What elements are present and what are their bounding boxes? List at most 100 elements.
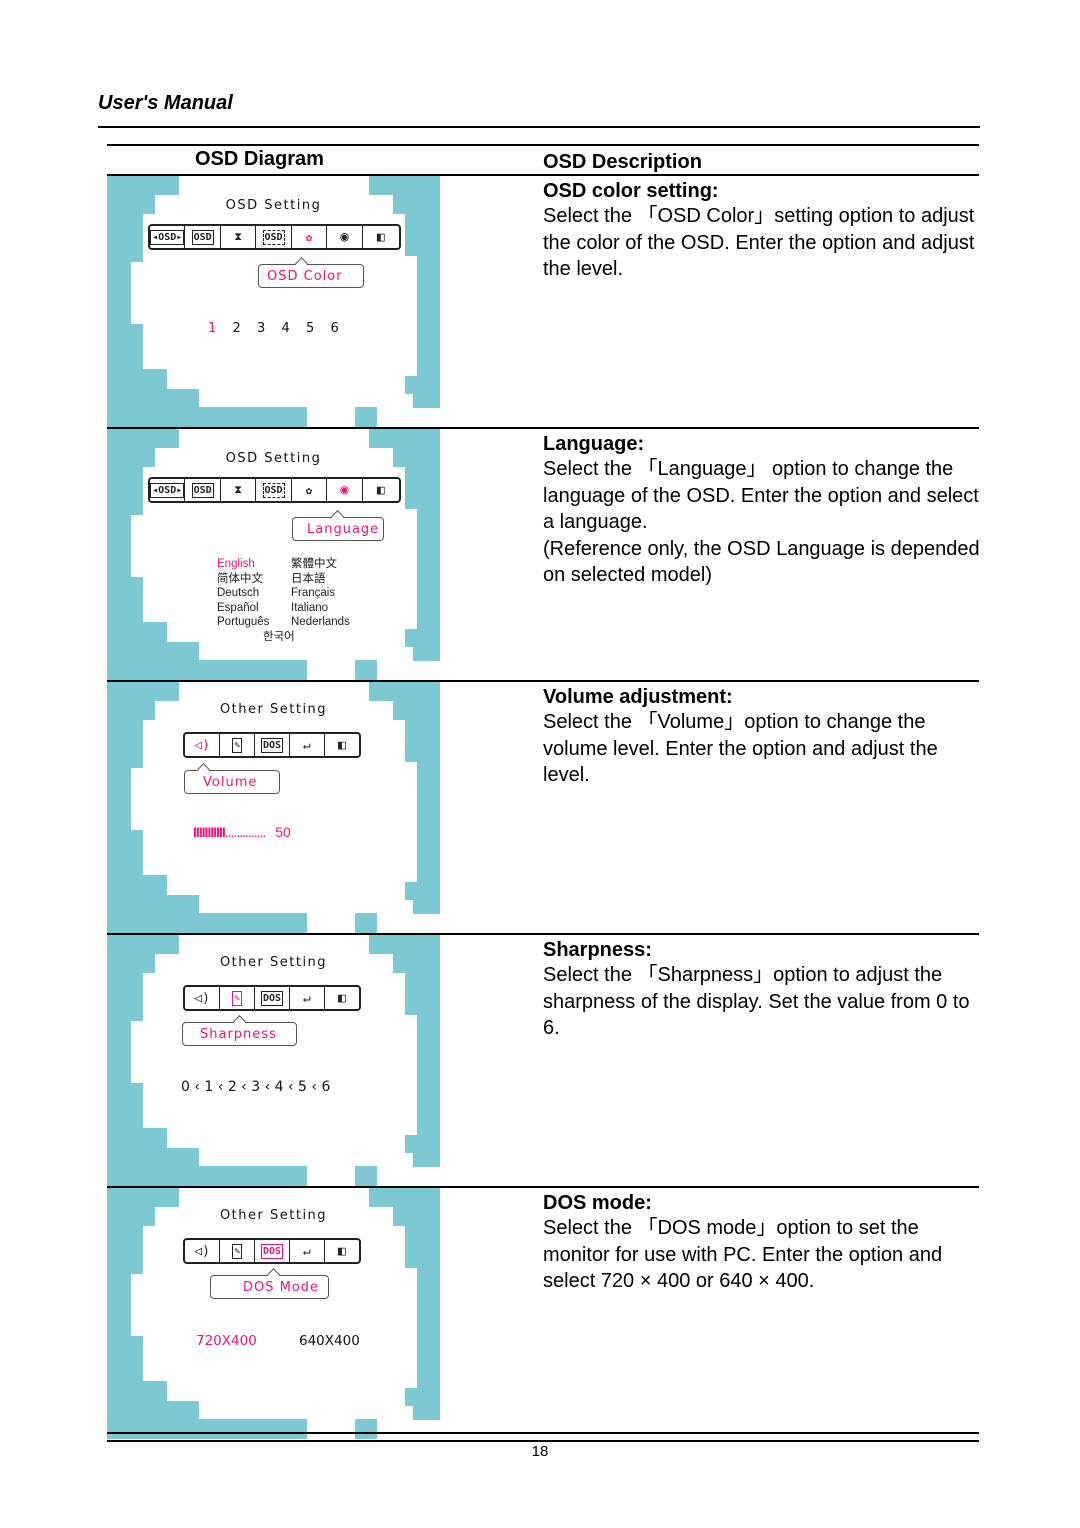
osd-toolbar: ◁) ✎ DOS ↵ ◧ xyxy=(183,985,361,1011)
speaker-volume-icon[interactable]: ◁) xyxy=(185,987,221,1009)
osd-vertical-position-icon[interactable]: OSD xyxy=(185,479,221,501)
return-icon[interactable]: ↵ xyxy=(290,987,325,1009)
sharpness-icon[interactable]: ✎ xyxy=(220,734,256,756)
osd-vertical-position-icon[interactable]: OSD xyxy=(185,226,221,248)
sharpness-icon[interactable]: ✎ xyxy=(220,1240,256,1262)
osd-menu-title: Other Setting xyxy=(219,702,328,717)
dos-mode-icon[interactable]: DOS xyxy=(255,734,290,756)
exit-icon[interactable]: ◧ xyxy=(325,987,359,1009)
osd-toolbar: ◁) ✎ DOS ↵ ◧ xyxy=(183,732,361,758)
exit-icon[interactable]: ◧ xyxy=(363,226,399,248)
description-cell: Language: Select the 「Language」 option t… xyxy=(543,432,983,589)
description-text: Select the 「Language」 option to change t… xyxy=(543,458,979,533)
header-rule xyxy=(98,126,980,128)
color-option-2[interactable]: 2 xyxy=(233,321,258,336)
return-icon[interactable]: ↵ xyxy=(290,734,325,756)
osd-menu-title: Other Setting xyxy=(219,955,328,970)
page-number: 18 xyxy=(531,1443,549,1460)
language-option[interactable]: Español xyxy=(217,601,259,616)
exit-icon[interactable]: ◧ xyxy=(325,734,359,756)
column-header-diagram: OSD Diagram xyxy=(195,148,324,170)
osd-diagram-panel: Other Setting ◁) ✎ DOS ↵ ◧ DOS Mode 720X… xyxy=(107,1188,440,1439)
color-option-5[interactable]: 5 xyxy=(306,321,331,336)
sharpness-scale[interactable]: 0 ‹ 1 ‹ 2 ‹ 3 ‹ 4 ‹ 5 ‹ 6 xyxy=(181,1079,330,1095)
description-heading: DOS mode: xyxy=(543,1192,652,1214)
volume-bar-empty: .............. xyxy=(224,824,266,840)
osd-diagram-panel: OSD Setting ◂OSD▸ OSD ⧗ OSD ✿ ◉ ◧ OSD Co… xyxy=(107,176,440,427)
sharpness-icon[interactable]: ✎ xyxy=(220,987,256,1009)
language-option[interactable]: Français xyxy=(291,586,335,601)
palette-icon[interactable]: ✿ xyxy=(292,479,328,501)
osd-toolbar: ◂OSD▸ OSD ⧗ OSD ✿ ◉ ◧ xyxy=(148,477,401,503)
language-list: English 繁體中文 简体中文 日本語 Deutsch Français E… xyxy=(217,557,417,657)
exit-icon[interactable]: ◧ xyxy=(325,1240,359,1262)
language-option[interactable]: Português xyxy=(217,615,269,630)
description-cell: Volume adjustment: Select the 「Volume」op… xyxy=(543,685,983,789)
dos-option-640x400[interactable]: 640X400 xyxy=(299,1333,379,1349)
table-row-osd-color: OSD Setting ◂OSD▸ OSD ⧗ OSD ✿ ◉ ◧ OSD Co… xyxy=(107,176,979,429)
table-row-volume: Other Setting ◁) ✎ DOS ↵ ◧ Volume IIIIII… xyxy=(107,682,979,935)
language-option[interactable]: Deutsch xyxy=(217,586,259,601)
table-row-sharpness: Other Setting ◁) ✎ DOS ↵ ◧ Sharpness 0 ‹… xyxy=(107,935,979,1188)
color-option-1[interactable]: 1 xyxy=(208,321,233,336)
osd-menu-title: OSD Setting xyxy=(225,198,322,213)
osd-screen-background xyxy=(131,176,440,427)
table-bottom-rule xyxy=(107,1432,979,1434)
sharpness-scale-text: 0 ‹ 1 ‹ 2 ‹ 3 ‹ 4 ‹ 5 ‹ 6 xyxy=(181,1079,331,1095)
color-option-4[interactable]: 4 xyxy=(282,321,307,336)
osd-option-tooltip: Volume xyxy=(184,770,280,794)
osd-option-tooltip: OSD Color xyxy=(258,264,364,288)
column-header-description: OSD Description xyxy=(543,151,702,173)
language-option[interactable]: English xyxy=(217,557,255,572)
dos-option-720x400[interactable]: 720X400 xyxy=(196,1333,299,1349)
language-option[interactable]: 日本語 xyxy=(291,572,326,587)
globe-language-icon[interactable]: ◉ xyxy=(327,226,363,248)
description-note: (Reference only, the OSD Language is dep… xyxy=(543,537,980,587)
osd-option-tooltip: Language xyxy=(292,517,384,541)
osd-toolbar: ◂OSD▸ OSD ⧗ OSD ✿ ◉ ◧ xyxy=(148,224,401,250)
language-option[interactable]: Nederlands xyxy=(291,615,350,630)
palette-icon[interactable]: ✿ xyxy=(292,226,328,248)
description-heading: OSD color setting: xyxy=(543,180,719,202)
language-option[interactable]: 한국어 xyxy=(263,630,295,645)
speaker-volume-icon[interactable]: ◁) xyxy=(185,734,221,756)
description-text: Select the 「Sharpness」option to adjust t… xyxy=(543,964,970,1039)
description-cell: OSD color setting: Select the 「OSD Color… xyxy=(543,179,983,283)
table-header: OSD Diagram OSD Description xyxy=(107,144,979,176)
osd-menu-title: OSD Setting xyxy=(225,451,322,466)
exit-icon[interactable]: ◧ xyxy=(363,479,399,501)
osd-horizontal-position-icon[interactable]: ◂OSD▸ xyxy=(150,479,186,501)
volume-bar-filled: IIIIIIIIIII xyxy=(193,824,226,840)
globe-language-icon[interactable]: ◉ xyxy=(327,479,363,501)
dos-mode-icon[interactable]: DOS xyxy=(255,987,290,1009)
volume-level-bar[interactable]: IIIIIIIIIII .............. 50 xyxy=(193,824,291,840)
description-cell: Sharpness: Select the 「Sharpness」option … xyxy=(543,938,983,1042)
hourglass-timeout-icon[interactable]: ⧗ xyxy=(221,479,257,501)
table-row-dos-mode: Other Setting ◁) ✎ DOS ↵ ◧ DOS Mode 720X… xyxy=(107,1188,979,1442)
return-icon[interactable]: ↵ xyxy=(290,1240,325,1262)
language-option[interactable]: Italiano xyxy=(291,601,328,616)
language-option[interactable]: 简体中文 xyxy=(217,572,263,587)
osd-menu-title: Other Setting xyxy=(219,1208,328,1223)
description-text: Select the 「DOS mode」option to set the m… xyxy=(543,1217,943,1292)
description-heading: Sharpness: xyxy=(543,939,652,961)
osd-table: OSD Diagram OSD Description OSD Setting … xyxy=(107,144,980,1442)
osd-option-tooltip: DOS Mode xyxy=(210,1275,329,1299)
osd-color-options: 1 2 3 4 5 6 xyxy=(208,321,355,336)
osd-transparency-icon[interactable]: OSD xyxy=(256,479,292,501)
dos-mode-icon[interactable]: DOS xyxy=(255,1240,290,1262)
osd-diagram-panel: Other Setting ◁) ✎ DOS ↵ ◧ Sharpness 0 ‹… xyxy=(107,935,440,1186)
language-option[interactable]: 繁體中文 xyxy=(291,557,337,572)
running-header-title: User's Manual xyxy=(98,92,233,114)
osd-screen-background xyxy=(131,1188,440,1439)
description-heading: Language: xyxy=(543,433,645,455)
osd-transparency-icon[interactable]: OSD xyxy=(256,226,292,248)
description-cell: DOS mode: Select the 「DOS mode」option to… xyxy=(543,1191,983,1295)
color-option-3[interactable]: 3 xyxy=(257,321,282,336)
osd-diagram-panel: OSD Setting ◂OSD▸ OSD ⧗ OSD ✿ ◉ ◧ Langua… xyxy=(107,429,440,680)
osd-horizontal-position-icon[interactable]: ◂OSD▸ xyxy=(150,226,186,248)
hourglass-timeout-icon[interactable]: ⧗ xyxy=(221,226,257,248)
speaker-volume-icon[interactable]: ◁) xyxy=(185,1240,221,1262)
color-option-6[interactable]: 6 xyxy=(331,321,356,336)
dos-mode-options: 720X400 640X400 xyxy=(196,1333,379,1349)
